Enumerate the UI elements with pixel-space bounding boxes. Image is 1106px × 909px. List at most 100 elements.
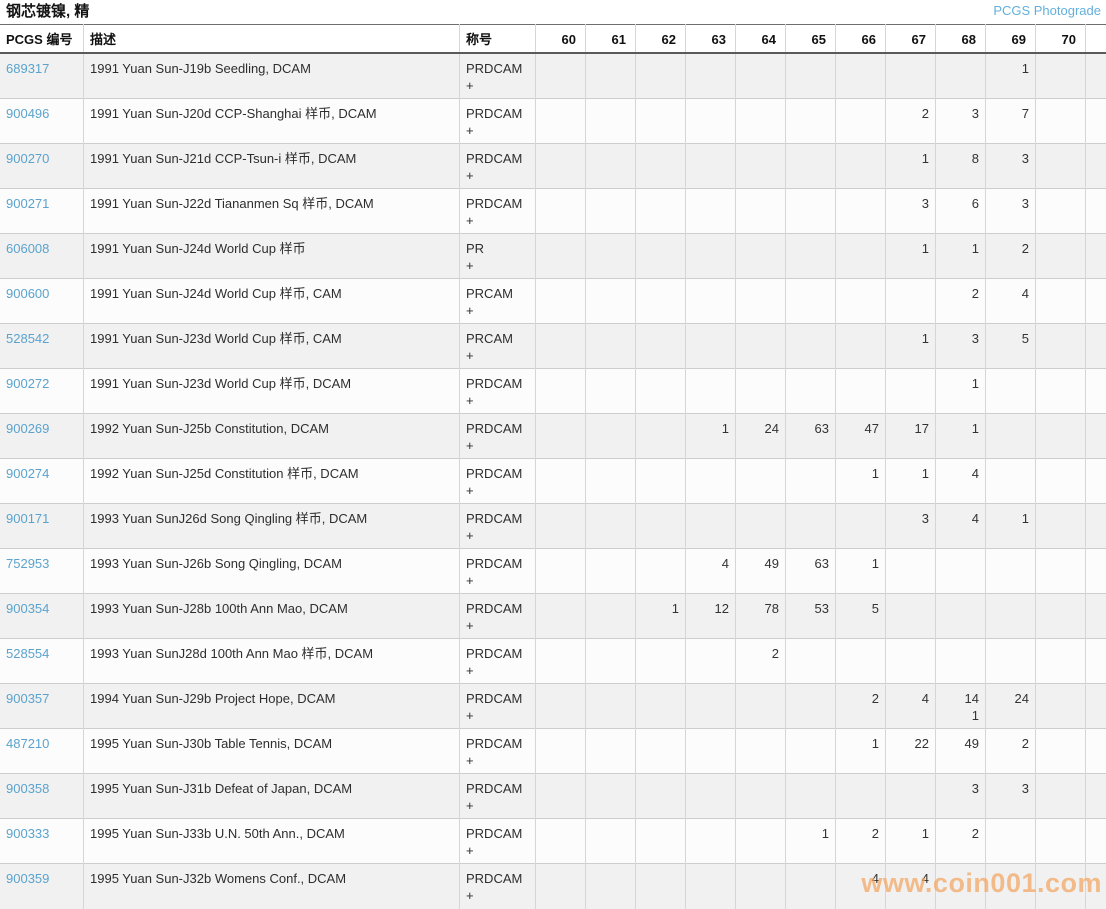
grade-65-count	[786, 729, 836, 774]
coin-description: 1995 Yuan Sun-J33b U.N. 50th Ann., DCAM	[84, 819, 460, 864]
grade-67-count	[886, 53, 936, 99]
grade-69-count: 24	[986, 684, 1036, 729]
grade-64-count	[736, 819, 786, 864]
grade-65-count: 1	[786, 819, 836, 864]
pcgs-number-link[interactable]: 487210	[6, 736, 49, 751]
grade-63-count	[686, 53, 736, 99]
coin-description: 1991 Yuan Sun-J23d World Cup 样币, DCAM	[84, 369, 460, 414]
table-row: 900274 1992 Yuan Sun-J25d Constitution 样…	[0, 459, 1106, 504]
total-count: 1	[1086, 369, 1106, 414]
photograde-link[interactable]: PCGS Photograde	[993, 3, 1101, 18]
grade-69-count	[986, 639, 1036, 684]
designation: PRDCAM +	[460, 189, 536, 234]
grade-66-count: 2	[836, 684, 886, 729]
grade-66-count	[836, 504, 886, 549]
grade-60-count	[536, 774, 586, 819]
grade-70-count	[1036, 864, 1086, 909]
total-count: 2	[1086, 639, 1106, 684]
grade-65-count	[786, 234, 836, 279]
grade-65-count	[786, 324, 836, 369]
grade-70-count	[1036, 639, 1086, 684]
coin-description: 1995 Yuan Sun-J32b Womens Conf., DCAM	[84, 864, 460, 909]
pcgs-number-link[interactable]: 900359	[6, 871, 49, 886]
grade-66-count: 1	[836, 459, 886, 504]
pcgs-number-link[interactable]: 900600	[6, 286, 49, 301]
pcgs-number-link[interactable]: 528542	[6, 331, 49, 346]
grade-70-count	[1036, 99, 1086, 144]
grade-70-count	[1036, 279, 1086, 324]
grade-67-count	[886, 369, 936, 414]
grade-67-count: 1	[886, 324, 936, 369]
header-grade-65: 65	[786, 25, 836, 54]
grade-60-count	[536, 459, 586, 504]
grade-64-count	[736, 279, 786, 324]
population-report-table: PCGS 编号 描述 称号 6061626364656667686970总计 6…	[0, 24, 1106, 909]
table-row: 487210 1995 Yuan Sun-J30b Table Tennis, …	[0, 729, 1106, 774]
pcgs-number-link[interactable]: 900496	[6, 106, 49, 121]
grade-63-count	[686, 684, 736, 729]
grade-60-count	[536, 864, 586, 909]
grade-61-count	[586, 53, 636, 99]
coin-description: 1991 Yuan Sun-J21d CCP-Tsun-i 样币, DCAM	[84, 144, 460, 189]
grade-70-count	[1036, 459, 1086, 504]
table-row: 900269 1992 Yuan Sun-J25b Constitution, …	[0, 414, 1106, 459]
header-grade-64: 64	[736, 25, 786, 54]
coin-description: 1991 Yuan Sun-J24d World Cup 样币	[84, 234, 460, 279]
pcgs-number-link[interactable]: 900171	[6, 511, 49, 526]
grade-62-count	[636, 324, 686, 369]
grade-69-count: 1	[986, 504, 1036, 549]
total-count: 12	[1086, 144, 1106, 189]
grade-61-count	[586, 189, 636, 234]
pcgs-number-link[interactable]: 752953	[6, 556, 49, 571]
grade-70-count	[1036, 504, 1086, 549]
grade-68-count: 1	[936, 369, 986, 414]
grade-61-count	[586, 369, 636, 414]
grade-62-count	[636, 639, 686, 684]
grade-64-count: 2	[736, 639, 786, 684]
header-grade-68: 68	[936, 25, 986, 54]
grade-69-count	[986, 864, 1036, 909]
grade-69-count	[986, 369, 1036, 414]
pcgs-number-link[interactable]: 689317	[6, 61, 49, 76]
total-count: 8	[1086, 504, 1106, 549]
pcgs-number-link[interactable]: 900272	[6, 376, 49, 391]
grade-61-count	[586, 279, 636, 324]
coin-description: 1991 Yuan Sun-J23d World Cup 样币, CAM	[84, 324, 460, 369]
grade-61-count	[586, 594, 636, 639]
grade-66-count	[836, 279, 886, 324]
grade-60-count	[536, 639, 586, 684]
pcgs-number-link[interactable]: 900357	[6, 691, 49, 706]
header-pcgs-number: PCGS 编号	[0, 25, 84, 54]
pcgs-number-link[interactable]: 528554	[6, 646, 49, 661]
grade-64-count	[736, 369, 786, 414]
grade-63-count	[686, 774, 736, 819]
coin-description: 1991 Yuan Sun-J22d Tiananmen Sq 样币, DCAM	[84, 189, 460, 234]
pcgs-number-link[interactable]: 900354	[6, 601, 49, 616]
pcgs-number-link[interactable]: 900333	[6, 826, 49, 841]
total-count: 117	[1086, 549, 1106, 594]
pcgs-number-link[interactable]: 900271	[6, 196, 49, 211]
pcgs-number-link[interactable]: 900274	[6, 466, 49, 481]
grade-61-count	[586, 864, 636, 909]
pcgs-number-link[interactable]: 606008	[6, 241, 49, 256]
grade-67-count: 3	[886, 504, 936, 549]
grade-65-count	[786, 144, 836, 189]
grade-63-count	[686, 369, 736, 414]
designation: PRDCAM +	[460, 414, 536, 459]
grade-62-count	[636, 144, 686, 189]
grade-68-count: 4	[936, 459, 986, 504]
grade-61-count	[586, 819, 636, 864]
coin-description: 1994 Yuan Sun-J29b Project Hope, DCAM	[84, 684, 460, 729]
grade-64-count	[736, 324, 786, 369]
grade-69-count	[986, 594, 1036, 639]
pcgs-number-link[interactable]: 900358	[6, 781, 49, 796]
grade-68-count	[936, 864, 986, 909]
grade-62-count	[636, 279, 686, 324]
total-count: 9	[1086, 324, 1106, 369]
grade-65-count	[786, 639, 836, 684]
grade-62-count	[636, 684, 686, 729]
pcgs-number-link[interactable]: 900269	[6, 421, 49, 436]
grade-70-count	[1036, 819, 1086, 864]
pcgs-number-link[interactable]: 900270	[6, 151, 49, 166]
grade-64-count: 49	[736, 549, 786, 594]
